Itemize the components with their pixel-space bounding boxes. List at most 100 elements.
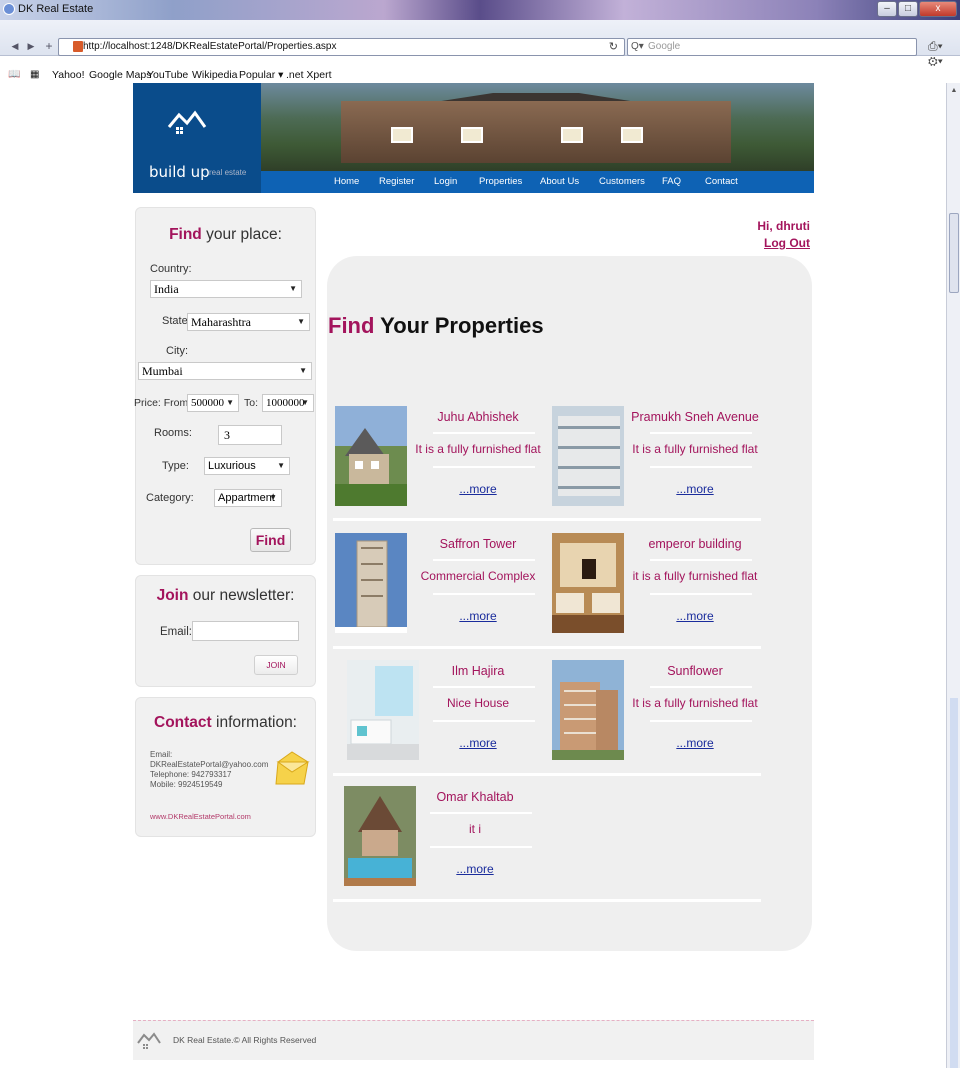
add-tab-icon[interactable]: + (42, 39, 56, 53)
property-image[interactable] (552, 533, 624, 633)
bookmarks-book-icon[interactable]: 📖 (8, 69, 20, 80)
contact-details: Email: DKRealEstatePortal@yahoo.com Tele… (150, 750, 268, 790)
scrollbar-track (950, 698, 958, 1068)
apps-grid-icon[interactable]: ▦ (30, 69, 39, 80)
property-image[interactable] (552, 406, 624, 506)
bookmark-youtube[interactable]: YouTube (147, 69, 188, 81)
nav-home[interactable]: Home (334, 176, 359, 187)
nav-customers[interactable]: Customers (599, 176, 645, 187)
property-description: It is a fully furnished flat (415, 442, 541, 456)
property-card[interactable]: Saffron Tower Commercial Complex ...more (335, 533, 545, 648)
user-greeting: Hi, dhruti (757, 219, 810, 233)
chevron-down-icon: ▼ (269, 493, 277, 502)
web-page: build up real estate Home Register Login… (0, 83, 946, 1068)
type-select[interactable]: Luxurious ▼ (204, 457, 290, 475)
more-link[interactable]: ...more (413, 482, 543, 496)
property-image[interactable] (335, 533, 407, 633)
page-title: Find Your Properties (328, 313, 544, 338)
scrollbar-thumb[interactable] (949, 213, 959, 293)
browser-favicon-icon (3, 3, 15, 15)
brand-name: build up (149, 163, 210, 181)
more-link[interactable]: ...more (410, 862, 540, 876)
type-label: Type: (162, 460, 189, 472)
property-card[interactable]: Sunflower It is a fully furnished flat .… (552, 660, 762, 775)
property-card[interactable]: Ilm Hajira Nice House ...more (347, 660, 557, 775)
property-name[interactable]: Ilm Hajira (413, 664, 543, 678)
bookmark-wikipedia[interactable]: Wikipedia (192, 69, 238, 81)
forward-icon[interactable]: ▶ (24, 39, 38, 53)
nav-faq[interactable]: FAQ (662, 176, 681, 187)
bookmark-google-maps[interactable]: Google Maps (89, 69, 151, 81)
bookmark-popular[interactable]: Popular ▾ (239, 69, 283, 81)
city-select[interactable]: Mumbai ▼ (138, 362, 312, 380)
bookmark-netxpert[interactable]: .net Xpert (286, 69, 332, 81)
more-link[interactable]: ...more (413, 736, 543, 750)
rooms-input[interactable]: 3 (218, 425, 282, 445)
property-name[interactable]: Omar Khaltab (410, 790, 540, 804)
find-button[interactable]: Find (250, 528, 291, 552)
search-input[interactable]: Q▾ Google (627, 38, 917, 56)
site-header: build up real estate Home Register Login… (133, 83, 814, 193)
property-name[interactable]: Pramukh Sneh Avenue (630, 410, 760, 424)
property-name[interactable]: Sunflower (630, 664, 760, 678)
site-logo[interactable]: build up real estate (133, 83, 261, 193)
copyright-text: DK Real Estate.© All Rights Reserved (173, 1035, 317, 1045)
property-card[interactable]: Juhu Abhishek It is a fully furnished fl… (335, 406, 545, 521)
property-description: it i (469, 822, 481, 836)
join-button[interactable]: JOIN (254, 655, 298, 675)
nav-contact[interactable]: Contact (705, 176, 738, 187)
bookmark-yahoo[interactable]: Yahoo! (52, 69, 85, 81)
nav-about-us[interactable]: About Us (540, 176, 579, 187)
price-to-select[interactable]: 1000000 ▼ (262, 394, 314, 412)
property-image[interactable] (344, 786, 416, 886)
site-footer: DK Real Estate.© All Rights Reserved (133, 1020, 814, 1060)
chevron-down-icon: ▼ (277, 461, 285, 470)
newsletter-title: Join our newsletter: (156, 587, 295, 604)
price-from-select[interactable]: 500000 ▼ (187, 394, 239, 412)
property-description: Commercial Complex (420, 569, 536, 583)
more-link[interactable]: ...more (630, 609, 760, 623)
contact-website-link[interactable]: www.DKRealEstatePortal.com (150, 812, 251, 821)
address-bar[interactable]: http://localhost:1248/DKRealEstatePortal… (58, 38, 625, 56)
property-image[interactable] (347, 660, 419, 760)
property-description: Nice House (446, 696, 510, 710)
property-image[interactable] (335, 406, 407, 506)
logout-link[interactable]: Log Out (700, 235, 810, 252)
minimize-icon[interactable]: – (877, 1, 897, 17)
contact-title: Contact information: (154, 714, 297, 731)
page-scrollbar[interactable]: ▲ (946, 83, 960, 1068)
more-link[interactable]: ...more (630, 482, 760, 496)
site-nav: Home Register Login Properties About Us … (261, 171, 814, 193)
newsletter-email-input[interactable] (192, 621, 299, 641)
country-select[interactable]: India ▼ (150, 280, 302, 298)
nav-properties[interactable]: Properties (479, 176, 522, 187)
property-card[interactable]: emperor building it is a fully furnished… (552, 533, 762, 648)
back-icon[interactable]: ◀ (8, 39, 22, 53)
state-select[interactable]: Maharashtra ▼ (187, 313, 310, 331)
chevron-down-icon: ▼ (297, 317, 305, 326)
property-name[interactable]: Juhu Abhishek (413, 410, 543, 424)
reload-icon[interactable]: ↻ (609, 39, 618, 55)
page-menu-icon[interactable]: ⎙▾ ⚙▾ (928, 39, 960, 69)
search-panel-title: Find your place: (169, 226, 282, 243)
header-house-image (261, 83, 814, 171)
nav-login[interactable]: Login (434, 176, 457, 187)
envelope-icon (275, 751, 310, 785)
more-link[interactable]: ...more (413, 609, 543, 623)
search-placeholder: Google (648, 41, 681, 52)
rooms-label: Rooms: (154, 427, 192, 439)
property-name[interactable]: Saffron Tower (413, 537, 543, 551)
property-name[interactable]: emperor building (630, 537, 760, 551)
property-card[interactable]: Pramukh Sneh Avenue It is a fully furnis… (552, 406, 762, 521)
close-icon[interactable]: x (919, 1, 957, 17)
contact-panel: Contact information: Email: DKRealEstate… (135, 697, 316, 837)
maximize-icon[interactable]: □ (898, 1, 918, 17)
user-greeting-block: Hi, dhruti Log Out (700, 218, 810, 252)
property-image[interactable] (552, 660, 624, 760)
more-link[interactable]: ...more (630, 736, 760, 750)
property-card[interactable]: Omar Khaltab it i ...more (344, 786, 554, 901)
nav-register[interactable]: Register (379, 176, 414, 187)
scroll-up-icon[interactable]: ▲ (949, 87, 959, 97)
price-from-label: Price: From: (134, 397, 192, 409)
category-select[interactable]: Appartment ▼ (214, 489, 282, 507)
